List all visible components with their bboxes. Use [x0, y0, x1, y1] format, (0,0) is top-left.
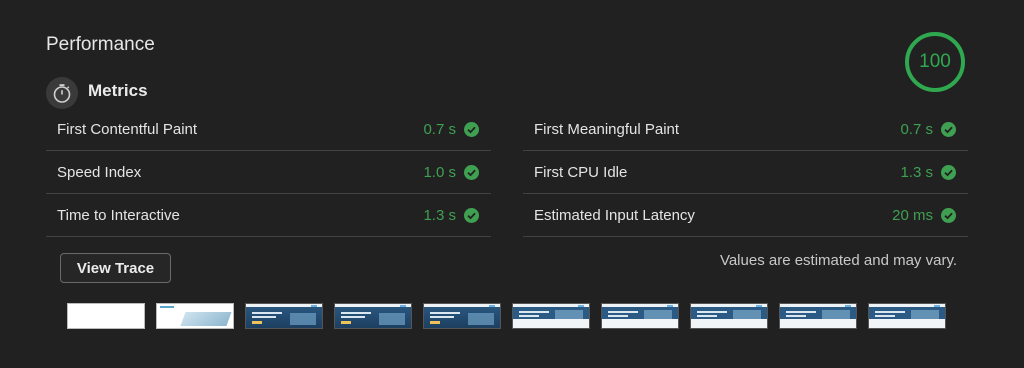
stopwatch-icon	[46, 77, 78, 109]
filmstrip-frame	[334, 303, 412, 329]
check-icon	[941, 207, 956, 223]
metric-label: Speed Index	[57, 163, 142, 181]
metric-value: 1.0 s	[423, 163, 456, 181]
metric-speed-index: Speed Index 1.0 s	[46, 151, 491, 194]
metrics-grid: First Contentful Paint 0.7 s First Meani…	[46, 108, 968, 237]
metric-value: 0.7 s	[900, 120, 933, 138]
filmstrip-frame	[690, 303, 768, 329]
check-icon	[941, 121, 956, 137]
metric-value: 1.3 s	[900, 163, 933, 181]
filmstrip-frame	[868, 303, 946, 329]
check-icon	[464, 207, 479, 223]
metric-label: Estimated Input Latency	[534, 206, 695, 224]
filmstrip-frame	[423, 303, 501, 329]
score-gauge: 100	[904, 31, 966, 93]
metric-label: Time to Interactive	[57, 206, 180, 224]
filmstrip-frame	[245, 303, 323, 329]
section-title: Metrics	[88, 81, 148, 100]
filmstrip-frame	[512, 303, 590, 329]
metric-first-meaningful-paint: First Meaningful Paint 0.7 s	[523, 108, 968, 151]
metric-value: 1.3 s	[423, 206, 456, 224]
category-title: Performance	[46, 34, 155, 55]
metric-value: 20 ms	[892, 206, 933, 224]
filmstrip-frame	[67, 303, 145, 329]
metric-label: First CPU Idle	[534, 163, 628, 181]
metric-time-to-interactive: Time to Interactive 1.3 s	[46, 194, 491, 237]
metric-value: 0.7 s	[423, 120, 456, 138]
metric-estimated-input-latency: Estimated Input Latency 20 ms	[523, 194, 968, 237]
check-icon	[464, 164, 479, 180]
score-value: 100	[919, 51, 951, 72]
check-icon	[941, 164, 956, 180]
filmstrip-frame	[156, 303, 234, 329]
filmstrip-frame	[779, 303, 857, 329]
metric-label: First Contentful Paint	[57, 120, 198, 138]
check-icon	[464, 121, 479, 137]
metric-label: First Meaningful Paint	[534, 120, 680, 138]
metric-first-cpu-idle: First CPU Idle 1.3 s	[523, 151, 968, 194]
view-trace-button[interactable]: View Trace	[60, 253, 171, 283]
metric-first-contentful-paint: First Contentful Paint 0.7 s	[46, 108, 491, 151]
filmstrip-frame	[601, 303, 679, 329]
estimate-disclaimer: Values are estimated and may vary.	[719, 252, 957, 269]
